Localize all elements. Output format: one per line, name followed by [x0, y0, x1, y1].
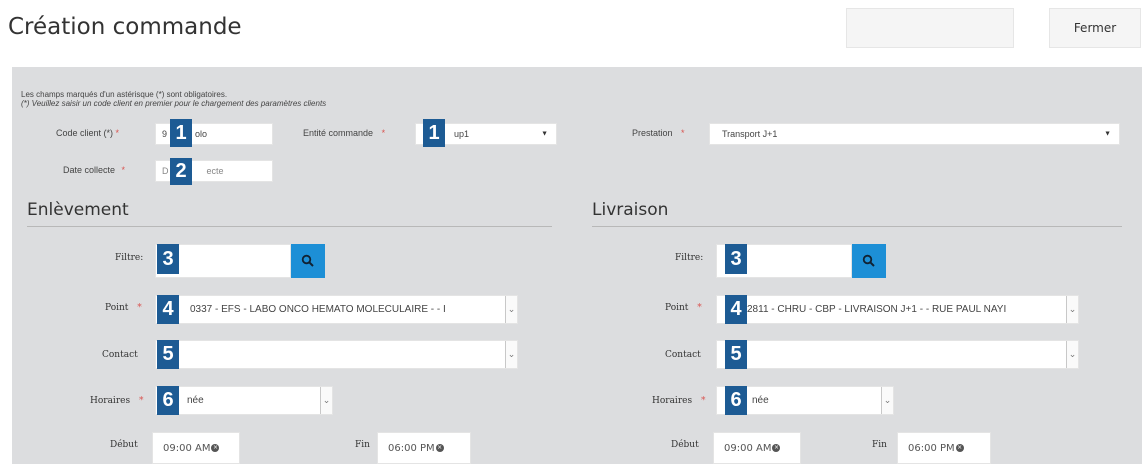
delivery-contact-label: Contact [665, 350, 701, 360]
search-icon [301, 254, 314, 267]
annotation-badge-3a: 3 [157, 244, 179, 274]
search-icon [862, 254, 875, 267]
pickup-section-title: Enlèvement [27, 200, 129, 220]
annotation-badge-3b: 3 [725, 244, 747, 274]
chevron-down-icon[interactable]: ⌄ [881, 387, 893, 414]
collection-date-required: * [121, 165, 126, 175]
delivery-point-select[interactable]: 2811 - CHRU - CBP - LIVRAISON J+1 - - RU… [716, 295, 1079, 324]
prestation-select[interactable]: Transport J+1 ▼ [709, 123, 1120, 145]
pickup-divider [27, 226, 552, 227]
delivery-point-required: * [697, 303, 702, 313]
prestation-label-text: Prestation [632, 128, 673, 138]
pickup-point-select[interactable]: 0337 - EFS - LABO ONCO HEMATO MOLECULAIR… [155, 295, 518, 324]
chevron-down-icon[interactable]: ⌄ [505, 296, 517, 323]
collection-date-label-text: Date collecte [63, 165, 116, 175]
delivery-end-value: 06:00 PM [908, 442, 955, 454]
collection-date-label: Date collecte * [63, 165, 125, 175]
annotation-badge-2: 2 [170, 158, 192, 185]
pickup-point-value: 0337 - EFS - LABO ONCO HEMATO MOLECULAIR… [190, 304, 446, 315]
annotation-badge-1b: 1 [423, 119, 445, 147]
caret-down-icon: ▼ [541, 130, 548, 138]
delivery-contact-select[interactable]: ⌄ [716, 340, 1079, 369]
caret-down-icon: ▼ [1104, 130, 1111, 138]
delivery-hours-label-text: Horaires [652, 396, 693, 406]
delivery-point-label-text: Point [665, 303, 689, 313]
pickup-point-required: * [137, 303, 142, 313]
delivery-start-value: 09:00 AM [724, 442, 772, 454]
pickup-start-time[interactable]: 09:00 AM × [152, 432, 240, 464]
pickup-end-time[interactable]: 06:00 PM × [377, 432, 471, 464]
delivery-point-label: Point * [665, 303, 702, 313]
pickup-search-button[interactable] [291, 244, 325, 278]
annotation-badge-5b: 5 [725, 340, 747, 369]
chevron-down-icon[interactable]: ⌄ [1066, 341, 1078, 368]
delivery-hours-value: née [752, 395, 769, 406]
save-button[interactable] [846, 8, 1014, 48]
annotation-badge-4b: 4 [725, 295, 747, 324]
pickup-end-label: Fin [355, 440, 370, 450]
pickup-contact-select[interactable]: ⌄ [155, 340, 518, 369]
delivery-start-time[interactable]: 09:00 AM × [713, 432, 801, 464]
pickup-hours-label: Horaires * [90, 396, 143, 406]
delivery-divider [592, 226, 1122, 227]
client-code-label: Code client (*) * [56, 128, 119, 138]
delivery-section-title: Livraison [592, 200, 669, 220]
prestation-required: * [681, 128, 685, 138]
prestation-value: Transport J+1 [722, 129, 778, 139]
annotation-badge-6a: 6 [157, 386, 179, 415]
delivery-hours-label: Horaires * [652, 396, 705, 406]
pickup-contact-label: Contact [102, 350, 138, 360]
chevron-down-icon[interactable]: ⌄ [505, 341, 517, 368]
mandatory-note: Les champs marqués d'un astérisque (*) s… [21, 90, 228, 99]
pickup-hours-required: * [138, 396, 144, 406]
prestation-label: Prestation * [632, 128, 685, 138]
annotation-badge-5a: 5 [157, 340, 179, 369]
delivery-end-label: Fin [872, 440, 887, 450]
pickup-end-value: 06:00 PM [388, 442, 435, 454]
pickup-hours-value: née [187, 395, 204, 406]
pickup-hours-label-text: Horaires [90, 396, 131, 406]
clear-icon[interactable]: × [772, 444, 781, 452]
chevron-down-icon[interactable]: ⌄ [1066, 296, 1078, 323]
delivery-filter-label: Filtre: [675, 253, 704, 263]
client-code-label-text: Code client (*) [56, 128, 114, 138]
delivery-start-label: Début [671, 440, 699, 450]
clear-icon[interactable]: × [435, 444, 444, 452]
pickup-start-value: 09:00 AM [163, 442, 211, 454]
page-root: Création commande Fermer Les champs marq… [0, 0, 1142, 464]
pickup-point-label: Point * [105, 303, 142, 313]
pickup-hours-select[interactable]: née ⌄ [155, 386, 333, 415]
delivery-end-time[interactable]: 06:00 PM × [897, 432, 991, 464]
annotation-badge-4a: 4 [157, 295, 179, 324]
entity-value: up1 [454, 129, 470, 139]
annotation-badge-6b: 6 [725, 386, 747, 415]
delivery-point-value: 2811 - CHRU - CBP - LIVRAISON J+1 - - RU… [747, 304, 1007, 315]
pickup-filter-label: Filtre: [115, 253, 144, 263]
delivery-hours-required: * [700, 396, 706, 406]
delivery-search-button[interactable] [852, 244, 886, 278]
client-code-required: * [115, 128, 120, 138]
collection-date-placeholder-left: D [162, 166, 169, 176]
pickup-start-label: Début [110, 440, 138, 450]
collection-date-placeholder-right: ecte [206, 166, 224, 176]
pickup-point-label-text: Point [105, 303, 129, 313]
close-button[interactable]: Fermer [1049, 8, 1141, 48]
client-code-value-tail: olo [195, 129, 208, 139]
annotation-badge-1a: 1 [170, 119, 192, 147]
chevron-down-icon[interactable]: ⌄ [320, 387, 332, 414]
entity-label: Entité commande * [303, 128, 385, 138]
entity-label-text: Entité commande [303, 128, 374, 138]
clear-icon[interactable]: × [211, 444, 220, 452]
client-first-note: (*) Veuillez saisir un code client en pr… [21, 99, 327, 108]
client-code-value: 9 [162, 129, 168, 139]
clear-icon[interactable]: × [955, 444, 964, 452]
page-title: Création commande [8, 14, 242, 40]
entity-required: * [381, 128, 386, 138]
